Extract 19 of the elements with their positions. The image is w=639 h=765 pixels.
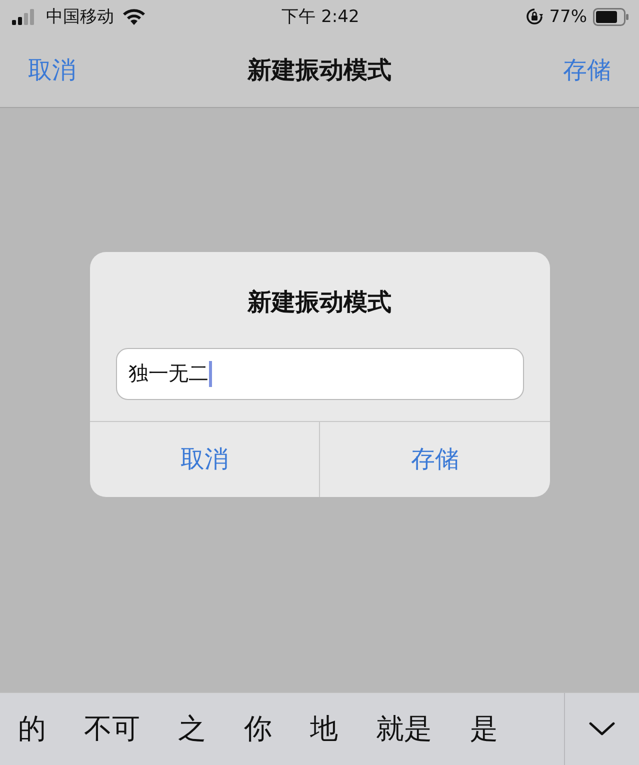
chevron-down-icon	[589, 722, 615, 736]
cancel-button[interactable]: 取消	[90, 422, 320, 496]
candidate-word[interactable]: 的	[18, 710, 46, 748]
battery-icon	[593, 8, 629, 26]
candidate-word[interactable]: 你	[244, 710, 272, 748]
candidate-word[interactable]: 是	[470, 710, 498, 748]
save-button[interactable]: 存储	[320, 422, 550, 496]
candidate-word[interactable]: 之	[178, 710, 206, 748]
rotation-lock-icon	[526, 8, 544, 25]
clock-time: 下午 2:42	[282, 6, 360, 28]
dialog-title: 新建振动模式	[246, 286, 392, 318]
name-input-field[interactable]: 独一无二	[116, 348, 524, 400]
wifi-icon	[122, 8, 146, 25]
candidate-word[interactable]: 不可	[84, 710, 140, 748]
candidate-word[interactable]: 地	[310, 710, 338, 748]
battery-percent: 77%	[549, 6, 587, 26]
carrier-name: 中国移动	[46, 6, 114, 28]
candidate-word[interactable]: 就是	[376, 710, 432, 748]
nav-title: 新建振动模式	[248, 55, 392, 86]
